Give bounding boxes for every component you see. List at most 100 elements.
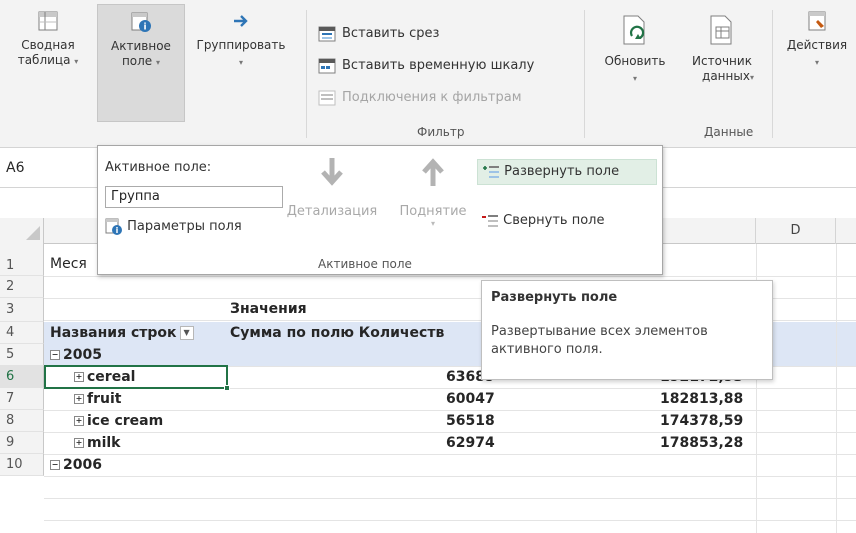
cell-a5[interactable]: −2005 bbox=[50, 347, 102, 363]
filter-dropdown-icon[interactable]: ▼ bbox=[179, 326, 194, 340]
expand-icon[interactable]: + bbox=[74, 438, 84, 448]
grid-line bbox=[44, 276, 856, 277]
row-header-3[interactable]: 3 bbox=[0, 298, 44, 322]
expand-field-button[interactable]: Развернуть поле bbox=[477, 159, 657, 185]
grid-line bbox=[44, 498, 856, 499]
row-number: 10 bbox=[6, 457, 23, 472]
chevron-down-icon: ▾ bbox=[814, 58, 819, 67]
cell-a4[interactable]: Названия строк ▼ bbox=[50, 325, 194, 341]
active-field-caption: Активное поле: bbox=[105, 160, 212, 175]
grid-line bbox=[44, 454, 856, 455]
active-field-panel: Активное поле: Группа i Параметры поля Д… bbox=[97, 145, 663, 275]
cell-a9[interactable]: + milk bbox=[74, 435, 121, 451]
cell-a10[interactable]: −2006 bbox=[50, 457, 102, 473]
field-settings-button[interactable]: i Параметры поля bbox=[105, 216, 242, 238]
arrow-right-icon bbox=[234, 15, 248, 27]
drill-up-button[interactable]: Поднятие ▾ bbox=[392, 156, 474, 228]
row-header-4[interactable]: 4 bbox=[0, 322, 44, 344]
slicer-icon bbox=[318, 26, 336, 42]
cell-text: 182813,88 bbox=[660, 391, 744, 407]
name-box-value: A6 bbox=[6, 160, 25, 176]
active-field-input[interactable]: Группа bbox=[105, 186, 283, 208]
cell-b3[interactable]: Значения bbox=[230, 301, 307, 317]
svg-text:i: i bbox=[116, 226, 119, 235]
collapse-icon[interactable]: − bbox=[50, 350, 60, 360]
cell-c9[interactable]: 62974 bbox=[446, 435, 495, 451]
row-number: 5 bbox=[6, 347, 15, 362]
cell-b4[interactable]: Сумма по полю Количеств bbox=[230, 325, 444, 341]
cell-text: ice cream bbox=[87, 413, 164, 429]
cell-c8[interactable]: 56518 bbox=[446, 413, 495, 429]
data-source-label-2: данных bbox=[702, 69, 750, 83]
cell-text: 60047 bbox=[446, 391, 495, 407]
selected-cell-outline bbox=[44, 365, 228, 389]
group-button[interactable]: Группировать ▾ bbox=[188, 4, 294, 122]
cell-text: 56518 bbox=[446, 413, 495, 429]
chevron-down-icon: ▾ bbox=[156, 58, 161, 67]
pivot-table-label: Сводная bbox=[21, 38, 75, 52]
grid-line bbox=[44, 520, 856, 521]
row-number: 3 bbox=[6, 302, 15, 317]
row-header-6[interactable]: 6 bbox=[0, 366, 44, 388]
cell-a1[interactable]: Меся bbox=[50, 256, 87, 272]
expand-icon[interactable]: + bbox=[74, 394, 84, 404]
cell-c7[interactable]: 60047 bbox=[446, 391, 495, 407]
expand-icon[interactable]: + bbox=[74, 416, 84, 426]
grid-line bbox=[836, 244, 837, 533]
refresh-button[interactable]: Обновить ▾ bbox=[594, 4, 676, 122]
tooltip: Развернуть поле Развертывание всех элеме… bbox=[481, 280, 773, 380]
select-all-corner[interactable] bbox=[0, 218, 44, 244]
name-box[interactable]: A6 bbox=[0, 148, 100, 188]
cell-a8[interactable]: + ice cream bbox=[74, 413, 163, 429]
active-field-label-2: поле bbox=[121, 54, 153, 68]
cell-text: 2006 bbox=[63, 457, 102, 473]
grid-line bbox=[44, 410, 856, 411]
drill-down-label: Детализация bbox=[286, 204, 378, 219]
grid-line bbox=[44, 432, 856, 433]
active-field-icon: i bbox=[131, 12, 151, 33]
insert-timeline-label: Вставить временную шкалу bbox=[342, 58, 535, 73]
grid-line bbox=[44, 476, 856, 477]
collapse-icon[interactable]: − bbox=[50, 460, 60, 470]
tooltip-title: Развернуть поле bbox=[491, 290, 618, 305]
active-field-group-label: Активное поле bbox=[318, 257, 412, 271]
cell-text: cereal bbox=[87, 369, 136, 385]
cell-d9[interactable]: 178853,28 bbox=[660, 435, 743, 451]
drill-down-button[interactable]: Детализация bbox=[286, 156, 378, 219]
row-header-7[interactable]: 7 bbox=[0, 388, 44, 410]
ribbon-separator bbox=[584, 10, 585, 138]
row-header-1[interactable]: 1 bbox=[0, 244, 44, 276]
fill-handle[interactable] bbox=[224, 385, 230, 391]
expand-icon[interactable]: + bbox=[74, 372, 84, 382]
cell-a7[interactable]: + fruit bbox=[74, 391, 121, 407]
collapse-field-button[interactable]: Свернуть поле bbox=[477, 209, 657, 235]
row-header-10[interactable]: 10 bbox=[0, 454, 44, 476]
active-field-button[interactable]: i Активное поле ▾ bbox=[97, 4, 185, 122]
row-header-8[interactable]: 8 bbox=[0, 410, 44, 432]
data-source-button[interactable]: Источник данных▾ bbox=[678, 4, 766, 122]
row-header-2[interactable]: 2 bbox=[0, 276, 44, 298]
column-header-d[interactable]: D bbox=[756, 218, 836, 244]
row-number: 1 bbox=[6, 258, 15, 273]
cell-text: milk bbox=[87, 435, 121, 451]
cell-a6[interactable]: + cereal bbox=[74, 369, 135, 385]
chevron-down-icon: ▾ bbox=[749, 73, 754, 82]
filter-group-label: Фильтр bbox=[417, 125, 465, 139]
refresh-icon bbox=[623, 15, 645, 45]
pivot-table-button[interactable]: Сводная таблица ▾ bbox=[2, 4, 94, 122]
cell-d8[interactable]: 174378,59 bbox=[660, 413, 743, 429]
data-source-label: Источник bbox=[692, 54, 752, 68]
expand-field-label: Развернуть поле bbox=[504, 164, 620, 179]
svg-text:i: i bbox=[143, 23, 146, 33]
collapse-field-icon bbox=[482, 214, 498, 227]
row-header-5[interactable]: 5 bbox=[0, 344, 44, 366]
actions-button[interactable]: Действия ▾ bbox=[778, 4, 856, 122]
ribbon: Сводная таблица ▾ i Активное поле ▾ Груп… bbox=[0, 0, 856, 148]
ribbon-separator bbox=[772, 10, 773, 138]
actions-icon bbox=[808, 11, 826, 31]
cell-d7[interactable]: 182813,88 bbox=[660, 391, 743, 407]
chevron-down-icon: ▾ bbox=[430, 219, 435, 228]
row-header-9[interactable]: 9 bbox=[0, 432, 44, 454]
cell-text: Сумма по полю Количеств bbox=[230, 325, 445, 341]
chevron-down-icon: ▾ bbox=[632, 74, 637, 83]
